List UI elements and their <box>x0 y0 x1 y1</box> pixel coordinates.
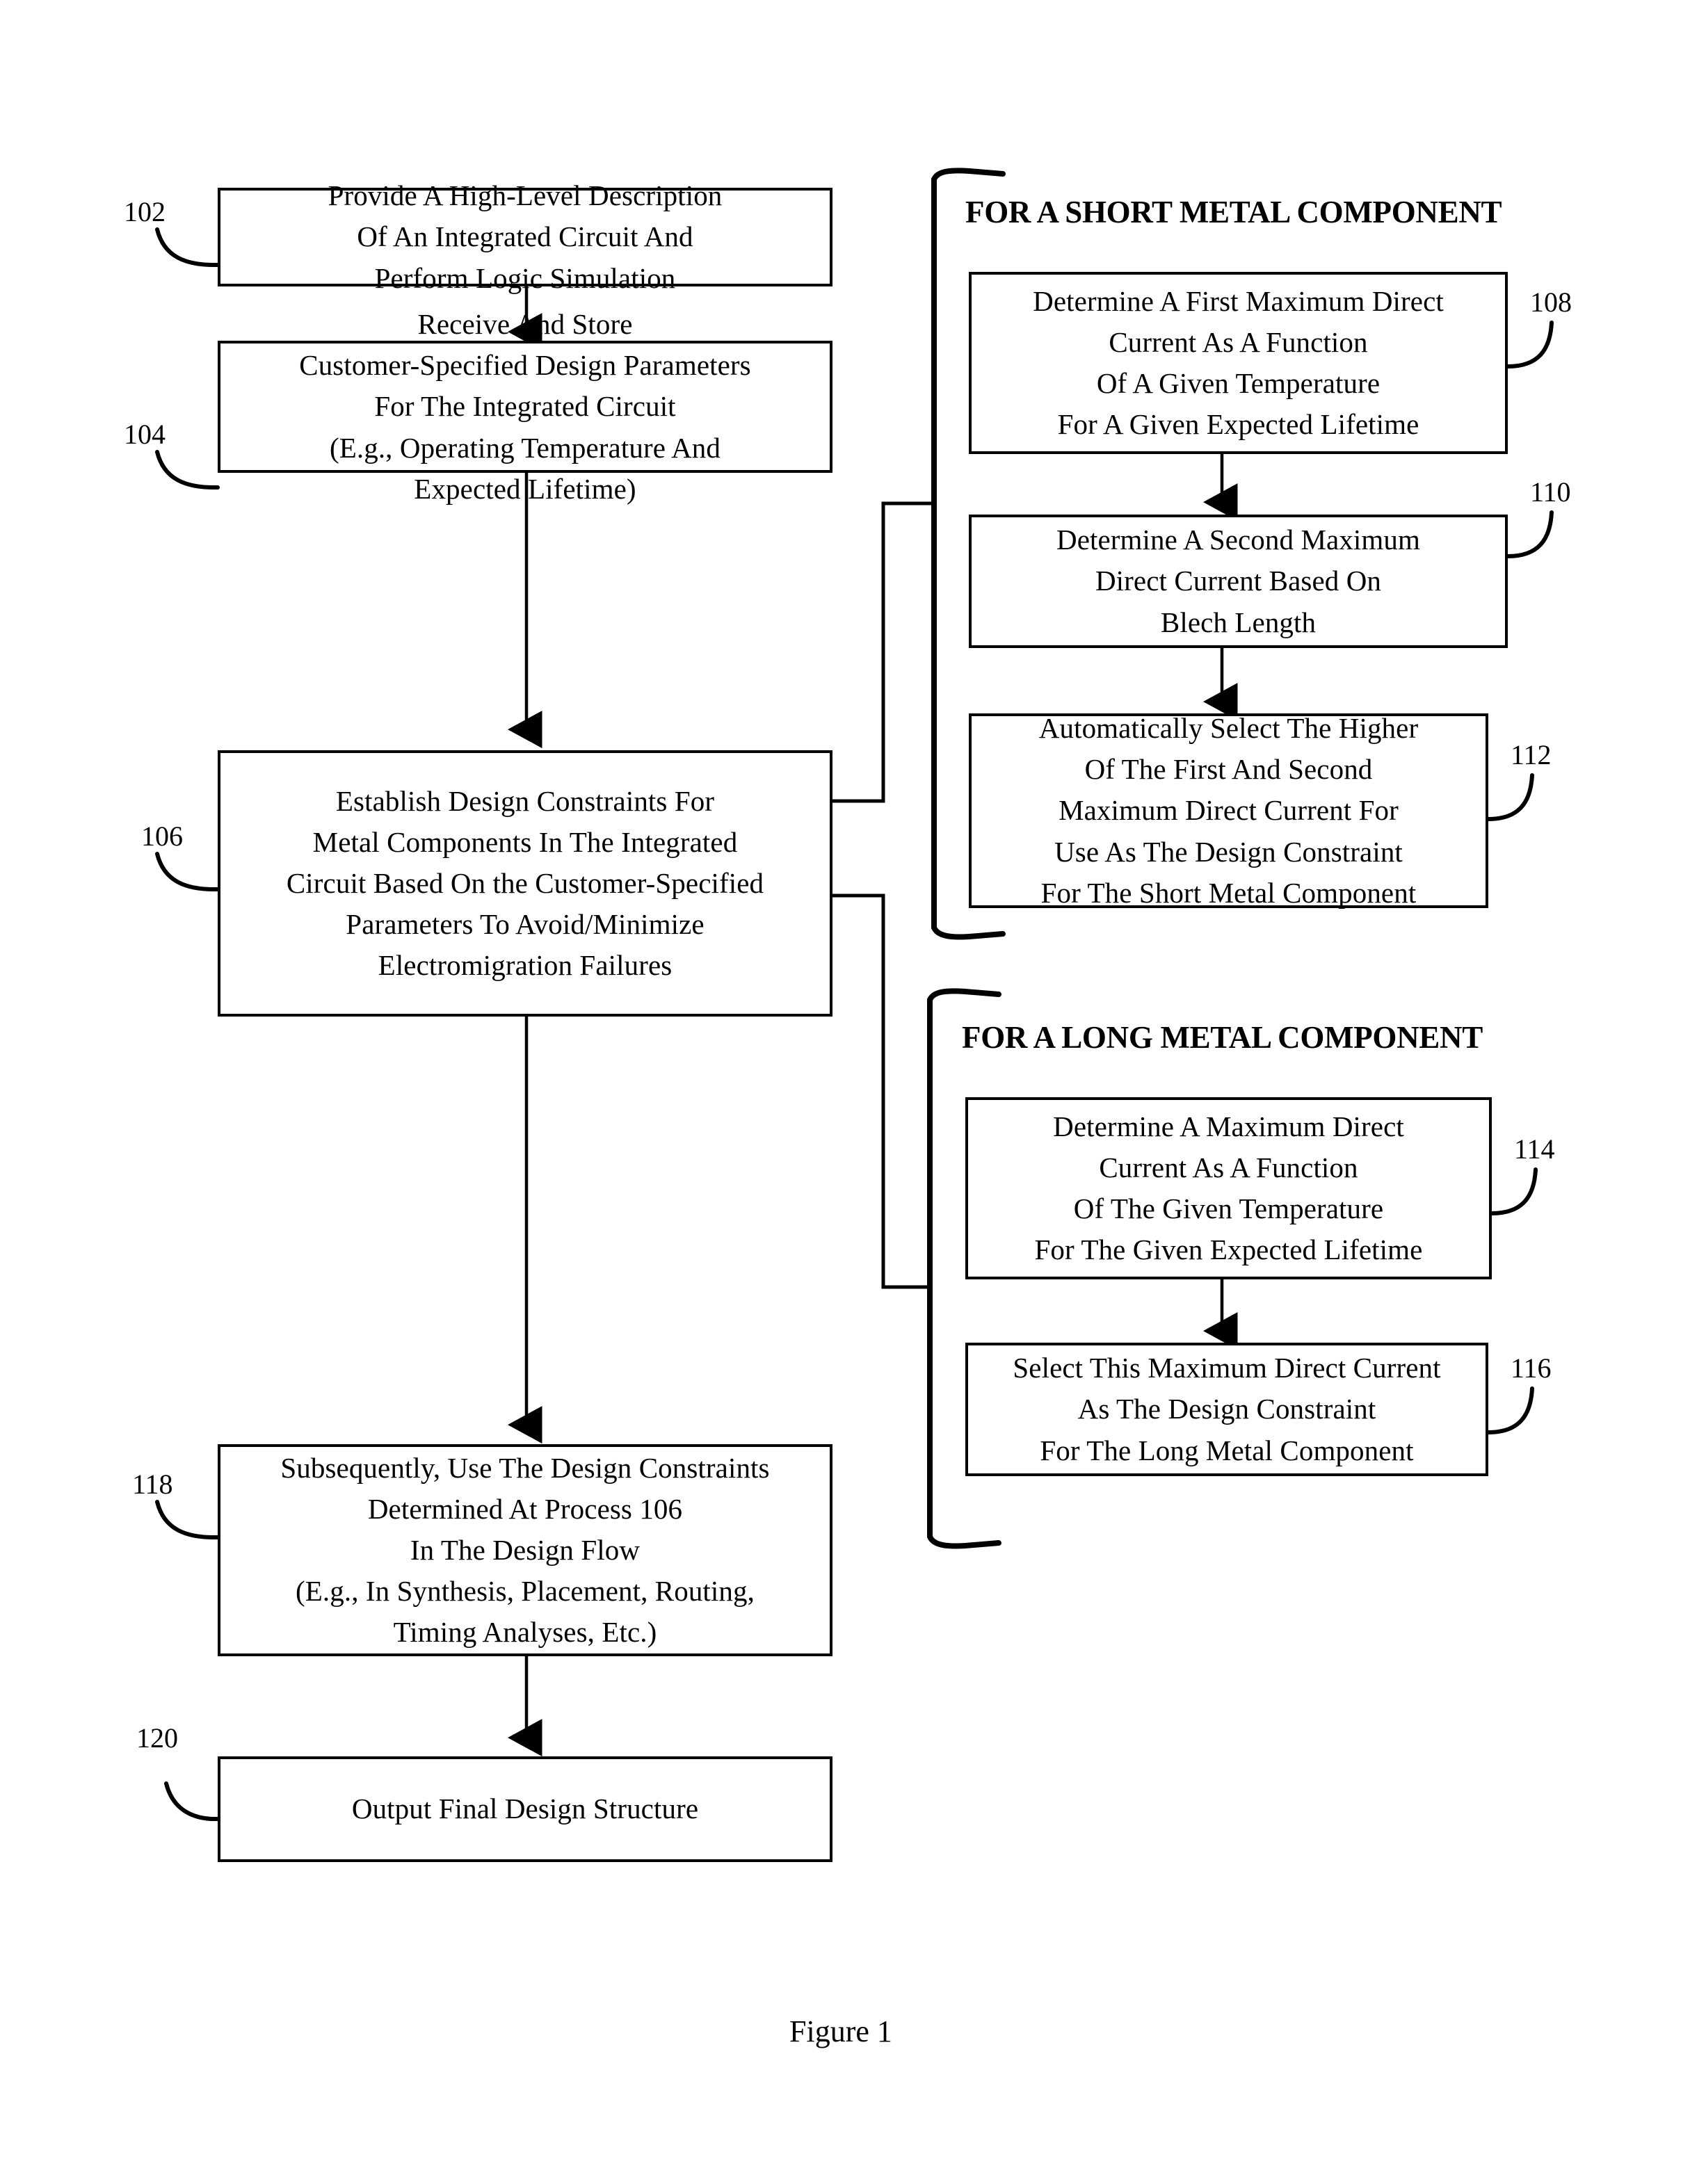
figure-page: Provide A High-Level Description Of An I… <box>0 0 1690 2184</box>
process-box-104[interactable]: Receive And Store Customer-Specified Des… <box>218 308 832 505</box>
process-box-110[interactable]: Determine A Second Maximum Direct Curren… <box>969 515 1508 648</box>
reference-numeral-112: 112 <box>1511 739 1552 770</box>
process-box-112[interactable]: Automatically Select The Higher Of The F… <box>969 712 1488 909</box>
process-box-102-text: Provide A High-Level Description Of An I… <box>328 179 723 294</box>
connector-106-to-long-brace <box>832 893 929 1289</box>
leader-104 <box>155 450 220 490</box>
process-box-118[interactable]: Subsequently, Use The Design Constraints… <box>218 1444 832 1656</box>
reference-numeral-102: 102 <box>124 196 166 227</box>
reference-numeral-104: 104 <box>124 419 166 450</box>
leader-120 <box>164 1781 220 1822</box>
process-box-102[interactable]: Provide A High-Level Description Of An I… <box>218 179 832 294</box>
leader-106 <box>155 852 220 892</box>
reference-numeral-120: 120 <box>136 1722 178 1754</box>
reference-numeral-116: 116 <box>1511 1352 1552 1384</box>
process-box-106-text: Establish Design Constraints For Metal C… <box>286 784 764 982</box>
reference-numeral-106: 106 <box>141 820 183 852</box>
process-box-108-text: Determine A First Maximum Direct Current… <box>1033 284 1444 441</box>
leader-108 <box>1506 321 1554 369</box>
reference-numeral-110: 110 <box>1530 476 1571 508</box>
process-box-114[interactable]: Determine A Maximum Direct Current As A … <box>965 1097 1492 1279</box>
process-box-110-text: Determine A Second Maximum Direct Curren… <box>1056 524 1420 638</box>
connector-106-to-short-brace <box>832 501 932 803</box>
reference-numeral-118: 118 <box>132 1469 173 1500</box>
process-box-116[interactable]: Select This Maximum Direct Current As Th… <box>965 1343 1488 1476</box>
section-heading-short-metal: FOR A SHORT METAL COMPONENT <box>965 195 1502 229</box>
leader-102 <box>155 227 220 268</box>
figure-caption: Figure 1 <box>789 2014 892 2048</box>
process-box-106[interactable]: Establish Design Constraints For Metal C… <box>218 750 832 1017</box>
process-box-116-text: Select This Maximum Direct Current As Th… <box>1013 1352 1441 1466</box>
reference-numeral-114: 114 <box>1514 1133 1555 1165</box>
process-box-112-text: Automatically Select The Higher Of The F… <box>1038 712 1419 909</box>
section-heading-long-metal: FOR A LONG METAL COMPONENT <box>962 1020 1483 1055</box>
process-box-104-text: Receive And Store Customer-Specified Des… <box>299 308 751 505</box>
leader-110 <box>1506 510 1554 558</box>
process-box-120[interactable]: Output Final Design Structure <box>218 1756 832 1862</box>
leader-114 <box>1490 1167 1538 1215</box>
process-box-120-text: Output Final Design Structure <box>351 1793 699 1825</box>
process-box-108[interactable]: Determine A First Maximum Direct Current… <box>969 272 1508 454</box>
leader-118 <box>155 1500 220 1540</box>
leader-112 <box>1486 773 1534 821</box>
reference-numeral-108: 108 <box>1530 286 1572 318</box>
process-box-114-text: Determine A Maximum Direct Current As A … <box>1034 1110 1423 1266</box>
process-box-118-text: Subsequently, Use The Design Constraints… <box>280 1451 770 1649</box>
leader-116 <box>1486 1386 1534 1434</box>
